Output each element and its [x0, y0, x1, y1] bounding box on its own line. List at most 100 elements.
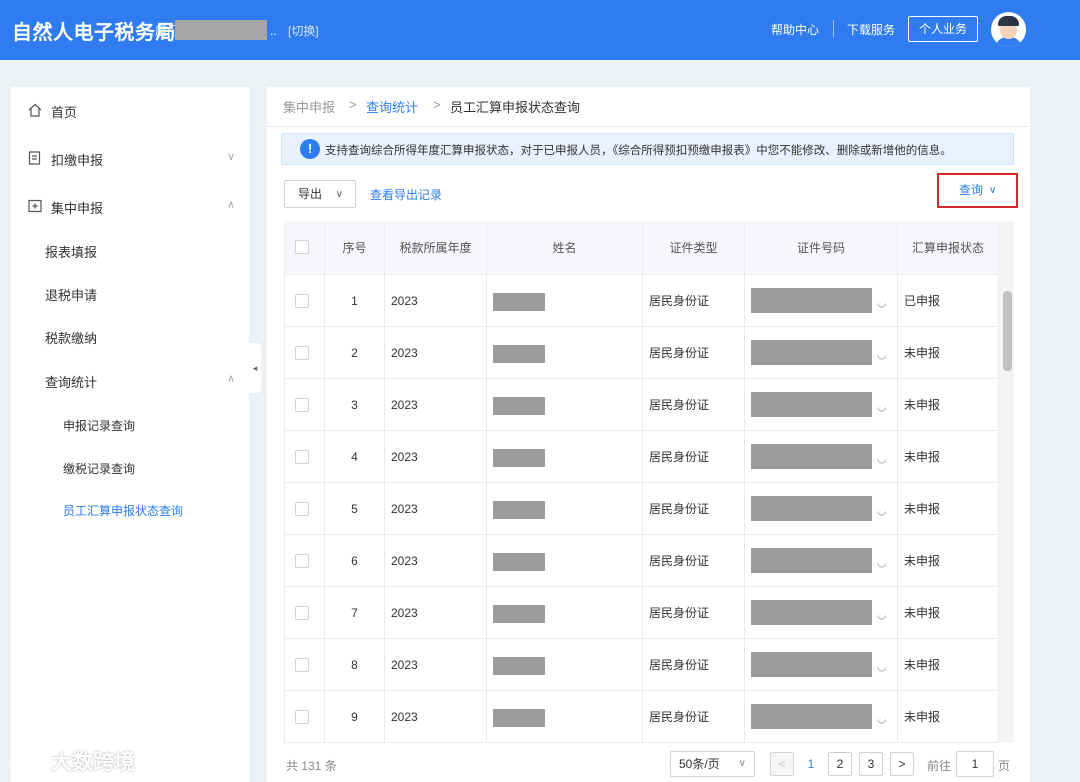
view-export-records-link[interactable]: 查看导出记录 — [370, 186, 442, 203]
sidebar-item-tax-payment[interactable]: 税款缴纳 — [11, 316, 249, 356]
sidebar-item-label: 税款缴纳 — [45, 331, 98, 346]
sidebar-item-employee-settlement-status-query[interactable]: 员工汇算申报状态查询 — [11, 490, 249, 530]
row-checkbox[interactable] — [295, 606, 309, 620]
next-page-button[interactable]: > — [890, 752, 914, 776]
row-no: 4 — [325, 431, 385, 483]
row-checkbox[interactable] — [295, 294, 309, 308]
row-id-type: 居民身份证 — [643, 379, 745, 431]
page-3-button[interactable]: 3 — [859, 752, 883, 776]
chevron-down-icon: ∨ — [989, 185, 997, 196]
report-icon — [28, 151, 41, 165]
row-status: 未申报 — [898, 691, 999, 743]
select-all-checkbox[interactable] — [295, 240, 309, 254]
row-id-number-cell: ◡ — [745, 691, 898, 743]
help-center-link[interactable]: 帮助中心 — [771, 21, 819, 38]
reveal-toggle-icon[interactable]: ◡ — [877, 641, 887, 693]
reveal-toggle-icon[interactable]: ◡ — [877, 537, 887, 589]
row-id-type: 居民身份证 — [643, 691, 745, 743]
row-year: 2023 — [385, 587, 487, 639]
download-service-link[interactable]: 下载服务 — [847, 21, 895, 38]
page-2-button[interactable]: 2 — [828, 752, 852, 776]
home-icon — [28, 103, 42, 117]
watermark-text: 大数跨境 — [51, 751, 135, 774]
column-header-year: 税款所属年度 — [385, 221, 487, 275]
row-checkbox[interactable] — [295, 450, 309, 464]
row-checkbox[interactable] — [295, 346, 309, 360]
row-id-number-cell: ◡ — [745, 639, 898, 691]
row-year: 2023 — [385, 275, 487, 327]
breadcrumb-item-batch-report[interactable]: 集中申报 — [283, 97, 335, 116]
total-count: 共 131 条 — [286, 759, 337, 773]
info-notice: ! 支持查询综合所得年度汇算申报状态，对于已申报人员，《综合所得预扣预缴申报表》… — [281, 133, 1014, 165]
switch-region-link[interactable]: [切换] — [288, 22, 319, 39]
redacted-name — [493, 449, 545, 467]
row-status: 已申报 — [898, 275, 999, 327]
column-header-no: 序号 — [325, 221, 385, 275]
redacted-id-number — [751, 340, 872, 365]
sidebar-item-home[interactable]: 首页 — [11, 90, 249, 130]
table-header: 序号 税款所属年度 姓名 证件类型 证件号码 汇算申报状态 — [285, 221, 999, 275]
redacted-name — [493, 605, 545, 623]
row-id-number-cell: ◡ — [745, 587, 898, 639]
row-no: 8 — [325, 639, 385, 691]
sidebar-item-query-statistics[interactable]: 查询统计 ∧ — [11, 360, 249, 400]
reveal-toggle-icon[interactable]: ◡ — [877, 693, 887, 743]
sidebar-item-form-filling[interactable]: 报表填报 — [11, 230, 249, 270]
prev-page-button[interactable]: < — [770, 752, 794, 776]
row-id-number-cell: ◡ — [745, 379, 898, 431]
row-checkbox[interactable] — [295, 502, 309, 516]
goto-page-input[interactable]: 1 — [956, 751, 994, 777]
sidebar-item-report-record-query[interactable]: 申报记录查询 — [11, 405, 249, 445]
row-checkbox[interactable] — [295, 398, 309, 412]
avatar[interactable] — [991, 12, 1026, 47]
row-name-cell — [487, 535, 643, 587]
row-id-number-cell: ◡ — [745, 327, 898, 379]
personal-business-button[interactable]: 个人业务 — [908, 16, 978, 42]
notice-text: 支持查询综合所得年度汇算申报状态，对于已申报人员，《综合所得预扣预缴申报表》中您… — [325, 145, 952, 157]
goto-label: 前往 — [927, 759, 952, 773]
sidebar-item-refund-application[interactable]: 退税申请 — [11, 273, 249, 313]
sidebar-collapse-toggle[interactable]: ◂ — [249, 343, 261, 393]
reveal-toggle-icon[interactable]: ◡ — [877, 381, 887, 433]
page-1-button[interactable]: 1 — [799, 752, 823, 776]
chevron-up-icon: ∧ — [226, 199, 235, 211]
row-status: 未申报 — [898, 587, 999, 639]
sidebar-item-withholding-report[interactable]: 扣缴申报 ∨ — [11, 138, 249, 178]
breadcrumb-item-query-statistics[interactable]: 查询统计 — [366, 97, 418, 116]
reveal-toggle-icon[interactable]: ◡ — [877, 277, 887, 329]
row-status: 未申报 — [898, 639, 999, 691]
reveal-toggle-icon[interactable]: ◡ — [877, 589, 887, 641]
table-row: 8 2023 居民身份证 ◡ 未申报 — [285, 639, 999, 691]
chevron-down-icon: ∨ — [226, 151, 235, 163]
column-header-id-type: 证件类型 — [643, 221, 745, 275]
chevron-up-icon: ∧ — [226, 373, 235, 385]
breadcrumb-divider — [267, 126, 1030, 127]
sidebar-item-payment-record-query[interactable]: 缴税记录查询 — [11, 448, 249, 488]
sidebar-item-batch-report[interactable]: 集中申报 ∧ — [11, 186, 249, 226]
row-name-cell — [487, 379, 643, 431]
export-dropdown-button[interactable]: 导出 ∨ — [284, 180, 356, 208]
row-checkbox[interactable] — [295, 710, 309, 724]
row-name-cell — [487, 639, 643, 691]
row-status: 未申报 — [898, 535, 999, 587]
row-id-number-cell: ◡ — [745, 483, 898, 535]
row-checkbox[interactable] — [295, 658, 309, 672]
row-year: 2023 — [385, 483, 487, 535]
redacted-name — [493, 657, 545, 675]
row-year: 2023 — [385, 327, 487, 379]
row-status: 未申报 — [898, 327, 999, 379]
reveal-toggle-icon[interactable]: ◡ — [877, 485, 887, 537]
reveal-toggle-icon[interactable]: ◡ — [877, 329, 887, 381]
redacted-id-number — [751, 496, 872, 521]
batch-icon — [28, 199, 42, 213]
reveal-toggle-icon[interactable]: ◡ — [877, 433, 887, 485]
sidebar-item-label: 报表填报 — [45, 245, 98, 260]
query-toggle-button[interactable]: 查询 ∨ — [937, 173, 1018, 208]
row-status: 未申报 — [898, 483, 999, 535]
page-size-select[interactable]: 50条/页 ∨ — [670, 751, 755, 777]
sidebar: 首页 扣缴申报 ∨ 集中申报 ∧ 报表填报 退税申请 税款缴纳 查询统计 ∧ 申… — [11, 87, 249, 782]
row-id-type: 居民身份证 — [643, 535, 745, 587]
table-scroll-thumb[interactable] — [1003, 291, 1012, 371]
row-id-number-cell: ◡ — [745, 275, 898, 327]
row-checkbox[interactable] — [295, 554, 309, 568]
